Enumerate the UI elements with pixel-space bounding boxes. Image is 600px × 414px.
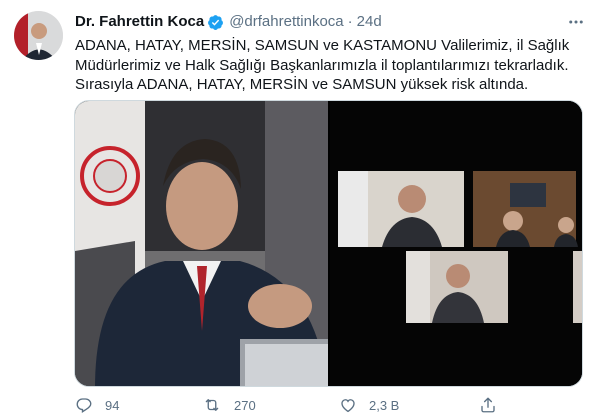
more-options-button[interactable]: [566, 12, 586, 32]
share-icon: [481, 397, 495, 413]
avatar[interactable]: [14, 11, 63, 60]
retweet-button[interactable]: 270: [202, 396, 256, 414]
retweet-icon: [205, 399, 219, 411]
like-button[interactable]: 2,3 B: [339, 396, 399, 414]
reply-count: 94: [105, 397, 120, 413]
reply-icon: [76, 398, 92, 413]
tweet-text-line: ADANA, HATAY, MERSİN, SAMSUN ve KASTAMON…: [75, 37, 570, 54]
like-count: 2,3 B: [369, 397, 400, 413]
author-name[interactable]: Dr. Fahrettin Koca: [75, 12, 204, 32]
meeting-photo[interactable]: [75, 101, 328, 386]
retweet-count: 270: [234, 397, 256, 413]
media-grid: [74, 100, 583, 387]
author-handle[interactable]: @drfahrettinkoca: [229, 12, 343, 32]
tweet-actions: 94 270 2,3 B: [75, 396, 515, 414]
verified-badge-icon: [207, 14, 224, 31]
share-button[interactable]: [479, 396, 509, 414]
tweet-text-line: Müdürlerimiz ve Halk Sağlığı Başkanlarım…: [75, 56, 569, 74]
more-icon: [569, 20, 583, 24]
separator-dot: ·: [347, 13, 353, 30]
video-call-photo[interactable]: [330, 101, 582, 386]
like-icon: [341, 399, 355, 413]
tweet-text-line: Sırasıyla ADANA, HATAY, MERSİN ve SAMSUN…: [75, 76, 529, 93]
tweet-timestamp[interactable]: 24d: [357, 12, 382, 32]
tweet-header: Dr. Fahrettin Koca @drfahrettinkoca · 24…: [75, 12, 382, 32]
tweet[interactable]: Dr. Fahrettin Koca @drfahrettinkoca · 24…: [0, 0, 600, 414]
reply-button[interactable]: 94: [75, 396, 119, 414]
tweet-text: ADANA, HATAY, MERSİN, SAMSUN ve KASTAMON…: [75, 36, 585, 95]
